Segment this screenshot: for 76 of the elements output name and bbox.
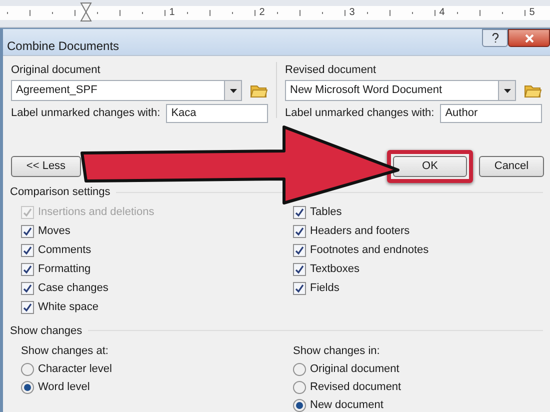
radio-button[interactable] [21,380,34,394]
checkmark-icon [23,208,32,216]
checkmark-icon [23,246,32,254]
checkbox-label: Comments [38,242,92,258]
radio-button[interactable] [293,380,306,394]
checkbox-label: Footnotes and endnotes [310,242,429,258]
checkbox[interactable] [293,244,306,256]
close-icon [524,34,534,42]
checkbox[interactable] [293,282,306,294]
group-label: Original document [11,63,102,78]
radio-label: Character level [38,362,112,377]
author-input-field[interactable]: Author [440,104,542,123]
caret-icon [504,88,510,92]
checkmark-icon [295,246,304,254]
checkbox-label: Headers and footers [310,224,410,239]
checkmark-icon [23,284,32,292]
checkbox[interactable] [293,224,306,238]
radio-label: Revised document [310,380,402,395]
ruler-number: 4 [439,6,445,20]
checkbox-label: Moves [38,224,70,239]
checkbox-label: Textboxes [310,262,360,277]
dropdown-arrow-button[interactable] [498,81,515,100]
ruler-number: 1 [169,6,175,20]
checkbox[interactable] [21,224,34,238]
ruler-number: 2 [259,6,265,20]
section-heading: Show changes [10,324,82,338]
close-button[interactable] [508,29,550,47]
dropdown-value: Agreement_SPF [16,83,98,98]
folder-icon[interactable] [250,82,268,98]
checkmark-icon [295,264,304,274]
checkbox[interactable] [21,244,34,256]
checkbox-label: Fields [310,280,340,296]
radio-button[interactable] [293,398,306,412]
less-button[interactable]: << Less [11,156,81,177]
document-dropdown[interactable]: Agreement_SPF [11,80,242,101]
field-label: Label unmarked changes with: [285,106,434,122]
radio-label: Original document [310,362,400,377]
checkmark-icon [295,284,304,292]
checkbox[interactable] [293,262,306,276]
group-label: Show changes in: [293,344,381,359]
radio-label: Word level [38,380,90,395]
radio-button[interactable] [293,362,306,376]
checkbox[interactable] [21,300,34,314]
folder-icon[interactable] [524,82,542,98]
checkbox-label: Insertions and deletions [38,204,154,220]
caret-icon [230,88,236,92]
cancel-button[interactable]: Cancel [479,156,544,177]
indent-marker-icon[interactable] [80,2,92,24]
ruler-number: 3 [349,6,355,20]
checkmark-icon [23,302,32,312]
checkmark-icon [23,264,32,274]
checkbox-label: Case changes [38,280,108,296]
dropdown-arrow-button[interactable] [224,81,241,100]
checkmark-icon [23,226,32,236]
ruler-number: 5 [529,6,535,20]
dropdown-value: New Microsoft Word Document [290,83,444,98]
checkbox-label: White space [38,300,99,315]
group-label: Revised document [285,63,378,78]
radio-label: New document [310,398,384,412]
author-input-field[interactable]: Kaca [166,104,268,123]
field-label: Label unmarked changes with: [11,106,160,122]
help-button[interactable] [482,29,508,47]
checkmark-icon [295,208,304,216]
checkmark-icon [295,226,304,236]
checkbox-label: Formatting [38,262,91,277]
document-dropdown[interactable]: New Microsoft Word Document [285,80,516,101]
checkbox[interactable] [21,282,34,294]
checkbox[interactable] [21,262,34,276]
checkbox[interactable] [293,206,306,218]
checkbox-label: Tables [310,204,342,220]
ok-button[interactable]: OK [393,156,467,177]
radio-button[interactable] [21,362,34,376]
window-title: Combine Documents [7,38,120,55]
help-icon [492,33,498,43]
group-label: Show changes at: [21,344,110,359]
section-heading: Comparison settings [10,185,110,200]
